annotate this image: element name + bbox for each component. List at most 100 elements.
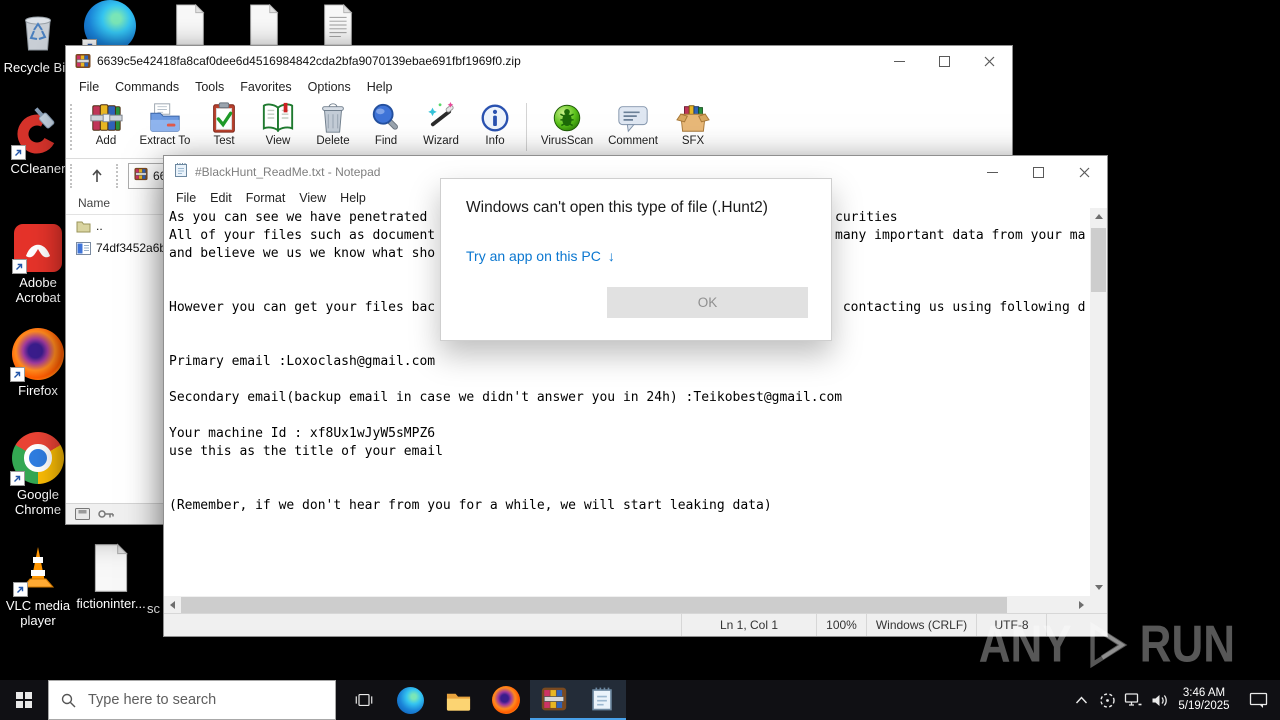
action-center-button[interactable] — [1236, 680, 1280, 720]
scroll-up-button[interactable] — [1090, 208, 1107, 225]
toolbar-label: Delete — [316, 135, 350, 147]
desktop-icon-vlc[interactable]: VLC media player — [0, 543, 76, 628]
task-view-button[interactable] — [340, 680, 388, 720]
toolbar-grip — [70, 104, 80, 150]
horizontal-scrollbar[interactable] — [164, 596, 1090, 614]
notepad-menu-format[interactable]: Format — [239, 191, 293, 205]
winrar-toolbar-find[interactable]: Find — [360, 100, 412, 147]
winrar-toolbar-comment[interactable]: Comment — [601, 100, 665, 147]
close-button[interactable] — [1061, 156, 1107, 188]
shortcut-arrow-icon — [12, 259, 27, 274]
desktop-icon-label: VLC media player — [5, 598, 71, 628]
shortcut-arrow-icon — [10, 367, 25, 382]
winrar-toolbar-view[interactable]: View — [250, 100, 306, 147]
clock-time: 3:46 AM — [1182, 687, 1226, 699]
close-button[interactable] — [967, 46, 1012, 76]
minimize-button[interactable] — [969, 156, 1015, 188]
maximize-button[interactable] — [1015, 156, 1061, 188]
taskbar-edge[interactable] — [386, 680, 434, 720]
winrar-toolbar-virusscan[interactable]: VirusScan — [533, 100, 601, 147]
winrar-menu-file[interactable]: File — [71, 80, 107, 94]
view-icon — [262, 102, 294, 133]
file-icon — [246, 3, 282, 46]
down-arrow-icon: ↓ — [607, 248, 615, 264]
comment-icon — [618, 106, 648, 133]
tray-network-icon[interactable] — [1120, 680, 1146, 720]
notepad-menu-file[interactable]: File — [169, 191, 203, 205]
winrar-menu-options[interactable]: Options — [300, 80, 359, 94]
file-icon — [91, 543, 131, 593]
name-column-header[interactable]: Name — [78, 196, 110, 210]
ok-button[interactable]: OK — [607, 287, 808, 318]
address-grip — [70, 163, 80, 188]
winrar-app-icon — [75, 53, 91, 69]
toolbar-label: Wizard — [423, 135, 459, 147]
vertical-scrollbar[interactable] — [1090, 208, 1107, 596]
desktop-icon-ccleaner[interactable]: CCleaner — [2, 102, 74, 176]
maximize-button[interactable] — [922, 46, 967, 76]
winrar-menubar: File Commands Tools Favorites Options He… — [66, 76, 1012, 98]
notepad-menu-view[interactable]: View — [292, 191, 333, 205]
text-line: Secondary email(backup email in case we … — [169, 390, 1090, 408]
taskbar-file-explorer[interactable] — [434, 680, 482, 720]
up-directory-button[interactable] — [84, 164, 110, 188]
winrar-toolbar-wizard[interactable]: Wizard — [412, 100, 470, 147]
delete-icon — [322, 103, 344, 133]
minimize-button[interactable] — [877, 46, 922, 76]
winrar-titlebar[interactable]: 6639c5e42418fa8caf0dee6d4516984842cda2bf… — [66, 46, 1012, 76]
text-line: Primary email :Loxoclash@gmail.com — [169, 354, 1090, 372]
taskbar-notepad-active[interactable] — [578, 680, 626, 720]
toolbar-label: SFX — [681, 135, 705, 147]
desktop-icon-file-2[interactable] — [240, 3, 288, 46]
winrar-toolbar-info[interactable]: Info — [470, 100, 520, 147]
taskbar-search[interactable] — [48, 680, 336, 720]
try-app-link-text: Try an app on this PC — [466, 248, 601, 264]
scroll-down-button[interactable] — [1090, 579, 1107, 596]
toolbar-label: Test — [213, 135, 235, 147]
winrar-toolbar-delete[interactable]: Delete — [306, 100, 360, 147]
tray-volume-icon[interactable] — [1146, 680, 1172, 720]
notepad-menu-help[interactable]: Help — [333, 191, 373, 205]
winrar-menu-commands[interactable]: Commands — [107, 80, 187, 94]
start-button[interactable] — [0, 680, 48, 720]
winrar-toolbar-add[interactable]: Add — [80, 100, 132, 147]
encoding: UTF-8 — [976, 614, 1046, 636]
clock-date: 5/19/2025 — [1178, 700, 1230, 712]
scroll-left-button[interactable] — [164, 597, 181, 614]
firefox-icon — [10, 328, 64, 382]
taskbar-winrar-active[interactable] — [530, 680, 578, 720]
notepad-title: #BlackHunt_ReadMe.txt - Notepad — [195, 165, 381, 179]
desktop-icon-text-file[interactable] — [314, 3, 362, 46]
taskbar-firefox[interactable] — [482, 680, 530, 720]
action-center-icon — [1249, 692, 1267, 708]
desktop-icon-fiction-file[interactable]: fictioninter... — [76, 543, 146, 611]
desktop-icon-recycle-bin[interactable]: Recycle Bin — [2, 5, 74, 75]
winrar-toolbar-extract[interactable]: Extract To — [132, 100, 198, 147]
winrar-menu-tools[interactable]: Tools — [187, 80, 232, 94]
winrar-menu-favorites[interactable]: Favorites — [232, 80, 299, 94]
scroll-right-button[interactable] — [1073, 597, 1090, 614]
chrome-icon — [10, 432, 64, 486]
tray-status-circle-icon[interactable] — [1094, 680, 1120, 720]
disk-icon — [75, 508, 90, 520]
line-left: All of your files such as document — [169, 228, 436, 243]
vertical-scroll-thumb[interactable] — [1091, 228, 1106, 292]
info-icon — [481, 104, 509, 132]
toolbar-label: Add — [95, 135, 117, 147]
winrar-toolbar-test[interactable]: Test — [198, 100, 250, 147]
tray-chevron-up[interactable] — [1068, 680, 1094, 720]
horizontal-scroll-thumb[interactable] — [181, 597, 1007, 613]
winrar-menu-help[interactable]: Help — [359, 80, 401, 94]
text-line — [169, 480, 1090, 498]
winrar-toolbar-sfx[interactable]: SFX — [665, 100, 721, 147]
desktop-icon-file-1[interactable] — [166, 3, 214, 46]
winrar-app-icon — [134, 167, 148, 184]
shortcut-arrow-icon — [10, 471, 25, 486]
try-app-link[interactable]: Try an app on this PC ↓ — [466, 248, 615, 264]
folder-icon — [76, 221, 91, 232]
key-icon — [98, 510, 114, 518]
desktop-icon-label: CCleaner — [10, 161, 66, 176]
notepad-menu-edit[interactable]: Edit — [203, 191, 239, 205]
search-input[interactable] — [86, 691, 290, 709]
taskbar-clock[interactable]: 3:46 AM 5/19/2025 — [1172, 687, 1236, 713]
